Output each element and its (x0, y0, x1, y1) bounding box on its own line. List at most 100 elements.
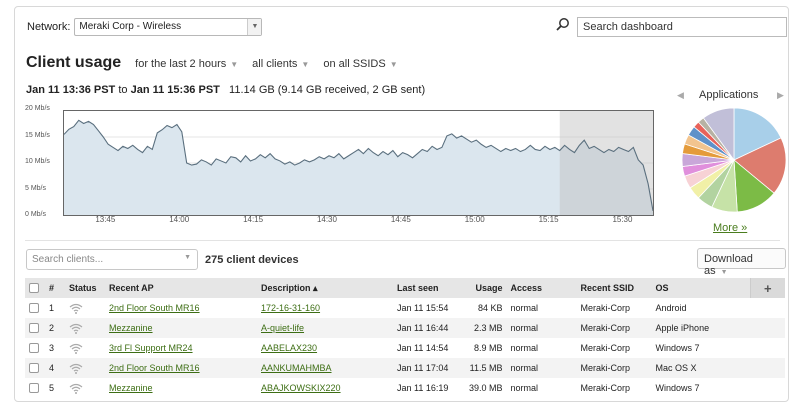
chevron-down-icon[interactable]: ▼ (184, 254, 191, 261)
next-arrow-icon[interactable]: ▶ (777, 90, 784, 101)
row-number: 3 (49, 343, 55, 353)
clients-filter-dropdown[interactable]: all clients ▼ (252, 58, 309, 70)
usage-header: Client usage for the last 2 hours ▼ all c… (26, 54, 398, 72)
last-seen: Jan 11 16:44 (397, 323, 449, 333)
col-description[interactable]: Description ▴ (257, 278, 393, 298)
y-tick-label: 10 Mb/s (25, 158, 50, 165)
previous-arrow-icon[interactable]: ◀ (677, 90, 684, 101)
client-count: 275 client devices (205, 254, 299, 266)
access-value: normal (510, 343, 539, 353)
table-row[interactable]: 3 3rd Fl Support MR24 AABELAX230 Jan 11 14:… (25, 338, 785, 358)
wifi-icon (69, 322, 83, 334)
range-to: to (118, 84, 128, 96)
usage-value: 2.3 MB (474, 323, 503, 333)
page-title: Client usage (26, 54, 122, 71)
more-applications-link[interactable]: More » (713, 222, 747, 234)
clients-filter-label: all clients (252, 58, 298, 70)
x-tick-label: 15:00 (464, 215, 485, 224)
recent-ap-link[interactable]: Mezzanine (109, 383, 153, 393)
col-usage[interactable]: Usage (465, 278, 507, 298)
ssid-value: Meraki-Corp (580, 363, 631, 373)
last-seen: Jan 11 17:04 (397, 363, 449, 373)
x-tick-label: 14:30 (316, 215, 337, 224)
y-tick-label: 15 Mb/s (25, 131, 50, 139)
access-value: normal (510, 303, 539, 313)
chevron-down-icon: ▼ (720, 269, 728, 276)
network-selector-row: Network: Meraki Corp - Wireless ▼ (27, 18, 263, 36)
access-value: normal (510, 323, 539, 333)
row-checkbox[interactable] (29, 323, 39, 334)
ssid-value: Meraki-Corp (580, 323, 631, 333)
col-number[interactable]: # (45, 278, 65, 298)
col-last-seen[interactable]: Last seen (393, 278, 465, 298)
add-column-button[interactable]: + (749, 278, 785, 298)
chevron-down-icon: ▼ (301, 60, 310, 69)
row-checkbox[interactable] (29, 383, 39, 394)
col-access[interactable]: Access (507, 278, 577, 298)
ssid-filter-label: on all SSIDS (323, 58, 386, 70)
access-value: normal (510, 383, 539, 393)
table-row[interactable]: 2 Mezzanine A-quiet-life Jan 11 16:44 2.3 MB… (25, 318, 785, 338)
table-row[interactable]: 5 Mezzanine ABAJKOWSKIX220 Jan 11 16:19 39.0… (25, 378, 785, 398)
row-checkbox[interactable] (29, 363, 39, 374)
applications-title: Applications (699, 89, 759, 101)
x-tick-label: 13:45 (95, 215, 116, 224)
last-seen: Jan 11 15:54 (397, 303, 449, 313)
search-dashboard-input[interactable]: Search dashboard (577, 17, 787, 37)
description-link[interactable]: A-quiet-life (261, 323, 304, 333)
usage-chart[interactable] (63, 110, 654, 216)
col-status[interactable]: Status (65, 278, 105, 298)
description-link[interactable]: 172-16-31-160 (261, 303, 320, 313)
shaded-region (559, 111, 653, 215)
network-select[interactable]: Meraki Corp - Wireless ▼ (74, 18, 263, 36)
os-value: Apple iPhone (655, 323, 710, 333)
recent-ap-link[interactable]: 3rd Fl Support MR24 (109, 343, 193, 353)
search-clients-input[interactable]: Search clients... ▼ (26, 249, 198, 270)
usage-value: 8.9 MB (474, 343, 503, 353)
os-value: Windows 7 (655, 383, 700, 393)
x-tick-label: 14:45 (390, 215, 411, 224)
row-checkbox[interactable] (29, 303, 39, 314)
x-tick-label: 14:15 (243, 215, 264, 224)
ssid-value: Meraki-Corp (580, 343, 631, 353)
y-tick-label: 20 Mb/s (25, 105, 50, 112)
search-icon[interactable] (555, 17, 571, 33)
network-select-value: Meraki Corp - Wireless (79, 21, 182, 32)
description-link[interactable]: ABAJKOWSKIX220 (261, 383, 341, 393)
row-number: 5 (49, 383, 55, 393)
wifi-icon (69, 302, 83, 314)
y-tick-label: 0 Mb/s (25, 211, 47, 218)
col-os[interactable]: OS (652, 278, 750, 298)
time-range-summary: Jan 11 13:36 PST to Jan 11 15:36 PST 11.… (26, 84, 425, 96)
clients-table: # Status Recent AP Description ▴ Last se… (25, 278, 785, 398)
col-recent-ssid[interactable]: Recent SSID (577, 278, 652, 298)
download-label: Download as (704, 253, 753, 277)
select-all-checkbox[interactable] (29, 283, 39, 294)
description-link[interactable]: AANKUMAHMBA (261, 363, 332, 373)
usage-value: 39.0 MB (469, 383, 503, 393)
recent-ap-link[interactable]: 2nd Floor South MR16 (109, 363, 200, 373)
time-filter-dropdown[interactable]: for the last 2 hours ▼ (135, 58, 238, 70)
col-recent-ap[interactable]: Recent AP (105, 278, 257, 298)
recent-ap-link[interactable]: Mezzanine (109, 323, 153, 333)
ssid-filter-dropdown[interactable]: on all SSIDS ▼ (323, 58, 397, 70)
applications-pie-chart[interactable] (680, 106, 788, 214)
description-link[interactable]: AABELAX230 (261, 343, 317, 353)
time-filter-label: for the last 2 hours (135, 58, 227, 70)
table-header-row: # Status Recent AP Description ▴ Last se… (25, 278, 785, 298)
chevron-down-icon[interactable]: ▼ (247, 19, 262, 35)
table-row[interactable]: 1 2nd Floor South MR16 172-16-31-160 Jan 11… (25, 298, 785, 318)
ssid-value: Meraki-Corp (580, 303, 631, 313)
row-number: 4 (49, 363, 55, 373)
os-value: Android (655, 303, 687, 313)
usage-value: 11.5 MB (469, 363, 503, 373)
recent-ap-link[interactable]: 2nd Floor South MR16 (109, 303, 200, 313)
x-tick-label: 15:30 (612, 215, 633, 224)
row-checkbox[interactable] (29, 343, 39, 354)
dashboard-panel: Network: Meraki Corp - Wireless ▼ Search… (14, 6, 789, 402)
x-tick-label: 14:00 (169, 215, 190, 224)
wifi-icon (69, 362, 83, 374)
download-as-button[interactable]: Download as ▼ (697, 248, 786, 277)
table-row[interactable]: 4 2nd Floor South MR16 AANKUMAHMBA Jan 11 1… (25, 358, 785, 378)
network-label: Network: (27, 21, 71, 33)
